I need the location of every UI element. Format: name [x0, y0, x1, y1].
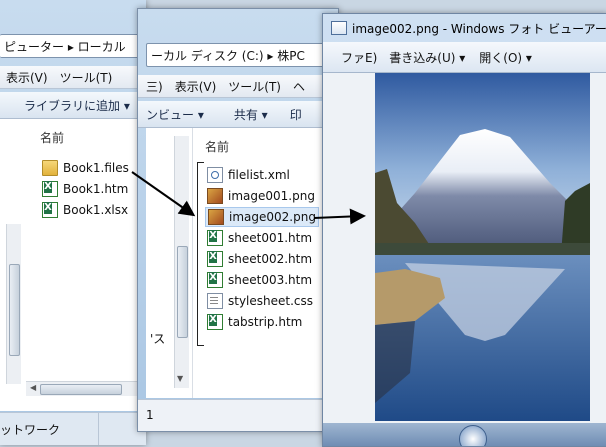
menu-view-middle[interactable]: 表示(V) [169, 78, 223, 95]
column-header-name-middle[interactable]: 名前 [205, 138, 229, 155]
network-label[interactable]: ットワーク [0, 421, 60, 438]
file-item[interactable]: Book1.xlsx [42, 201, 128, 219]
menu-file[interactable]: ファE) [323, 49, 381, 66]
file-name: filelist.xml [228, 168, 290, 182]
horizontal-scrollbar-left[interactable]: ◀ [26, 381, 138, 396]
nav-pane-scrollbar-middle[interactable]: ▼ [174, 136, 189, 388]
excel-html-icon [207, 251, 223, 267]
explorer-window-middle: ーカル ディスク (C:) ▸ 株PC 三) 表示(V) ツール(T) ヘ ンビ… [137, 8, 339, 432]
item-count: 1 [146, 408, 154, 422]
viewer-command-bar: ファE) 書き込み(U) ▾ 開く(O) ▾ [323, 42, 606, 73]
file-list-left: 名前 Book1.files Book1.htm Book1.xlsx ◀ [0, 119, 140, 411]
photo-viewer-app-icon [331, 21, 347, 35]
file-name: sheet003.htm [228, 273, 313, 287]
menu-open[interactable]: 開く(O) ▾ [473, 49, 538, 66]
file-list-middle: 名前 filelist.xml image001.png image002.pn… [193, 128, 338, 398]
css-icon [207, 293, 223, 309]
play-slideshow-button[interactable] [459, 425, 487, 446]
excel-html-icon [207, 272, 223, 288]
scroll-thumb[interactable] [40, 384, 122, 395]
file-name: image001.png [228, 189, 315, 203]
menu-bar-middle: 三) 表示(V) ツール(T) ヘ [138, 75, 338, 98]
status-bar-middle: 1 [138, 399, 338, 431]
breadcrumb-left: ピューター ▸ ローカル [4, 39, 126, 54]
selection-bracket [197, 162, 204, 346]
excel-html-icon [207, 230, 223, 246]
file-name: Book1.xlsx [63, 203, 129, 217]
file-item[interactable]: Book1.files [42, 159, 129, 177]
file-item-selected[interactable]: image002.png [205, 207, 319, 227]
menu-bar-left: 表示(V) ツール(T) [0, 66, 146, 89]
scroll-down-arrow-icon[interactable]: ▼ [177, 374, 183, 383]
file-name: tabstrip.htm [228, 315, 303, 329]
toolbar-left: ライブラリに追加 ▾ [0, 92, 146, 119]
file-name: sheet002.htm [228, 252, 313, 266]
image-icon [207, 188, 223, 204]
shoreline [375, 243, 590, 255]
menu-tools-left[interactable]: ツール(T) [54, 69, 119, 86]
menu-tools-middle[interactable]: ツール(T) [222, 78, 287, 95]
photo-viewer-window: image002.png - Windows フォト ビューアー ファE) 書き… [322, 13, 606, 447]
menu-partial-middle[interactable]: 三) [138, 78, 169, 95]
preview-button[interactable]: ンビュー ▾ [138, 106, 212, 123]
nav-item-partial[interactable]: 'ス [150, 330, 165, 347]
file-item[interactable]: tabstrip.htm [207, 313, 302, 331]
nav-pane-scrollbar-left[interactable] [6, 224, 21, 384]
scroll-thumb[interactable] [177, 246, 188, 338]
explorer-window-left: ピューター ▸ ローカル 表示(V) ツール(T) ライブラリに追加 ▾ 名前 … [0, 0, 146, 445]
title-bar[interactable]: image002.png - Windows フォト ビューアー [323, 14, 606, 42]
add-to-library-button[interactable]: ライブラリに追加 ▾ [0, 97, 138, 114]
excel-html-icon [207, 314, 223, 330]
nav-pane-divider [98, 413, 99, 445]
file-name: image002.png [229, 210, 316, 224]
breadcrumb-middle: ーカル ディスク (C:) ▸ 株PC [151, 48, 305, 63]
file-item[interactable]: sheet001.htm [207, 229, 312, 247]
file-item[interactable]: Book1.htm [42, 180, 128, 198]
file-item[interactable]: sheet002.htm [207, 250, 312, 268]
viewer-control-bar [323, 423, 606, 446]
file-name: Book1.htm [63, 182, 129, 196]
file-name: Book1.files [63, 161, 129, 175]
image-icon [208, 209, 224, 225]
menu-burn[interactable]: 書き込み(U) ▾ [381, 49, 473, 66]
status-bar-left: ットワーク [0, 412, 146, 445]
address-bar-left[interactable]: ピューター ▸ ローカル [0, 34, 145, 58]
file-item[interactable]: filelist.xml [207, 166, 290, 184]
excel-icon [42, 202, 58, 218]
menu-view-left[interactable]: 表示(V) [0, 69, 54, 86]
nav-pane-middle: 'ス ▼ [146, 128, 193, 398]
folder-icon [42, 160, 58, 176]
scroll-left-arrow-icon[interactable]: ◀ [30, 383, 36, 392]
file-item[interactable]: sheet003.htm [207, 271, 312, 289]
file-item[interactable]: stylesheet.css [207, 292, 313, 310]
file-name: sheet001.htm [228, 231, 313, 245]
toolbar-middle: ンビュー ▾ 共有 ▾ 印 [138, 101, 338, 128]
image-canvas [323, 73, 606, 423]
file-name: stylesheet.css [228, 294, 314, 308]
share-button[interactable]: 共有 ▾ [212, 106, 276, 123]
xml-icon [207, 167, 223, 183]
scroll-thumb[interactable] [9, 264, 20, 356]
mount-fuji-photo [375, 73, 590, 421]
column-header-name-left[interactable]: 名前 [40, 129, 64, 146]
excel-html-icon [42, 181, 58, 197]
file-item[interactable]: image001.png [207, 187, 315, 205]
window-title: image002.png - Windows フォト ビューアー [352, 21, 606, 36]
print-button[interactable]: 印 [276, 106, 310, 123]
address-bar-middle[interactable]: ーカル ディスク (C:) ▸ 株PC [146, 43, 338, 67]
menu-help-middle[interactable]: ヘ [287, 78, 311, 95]
